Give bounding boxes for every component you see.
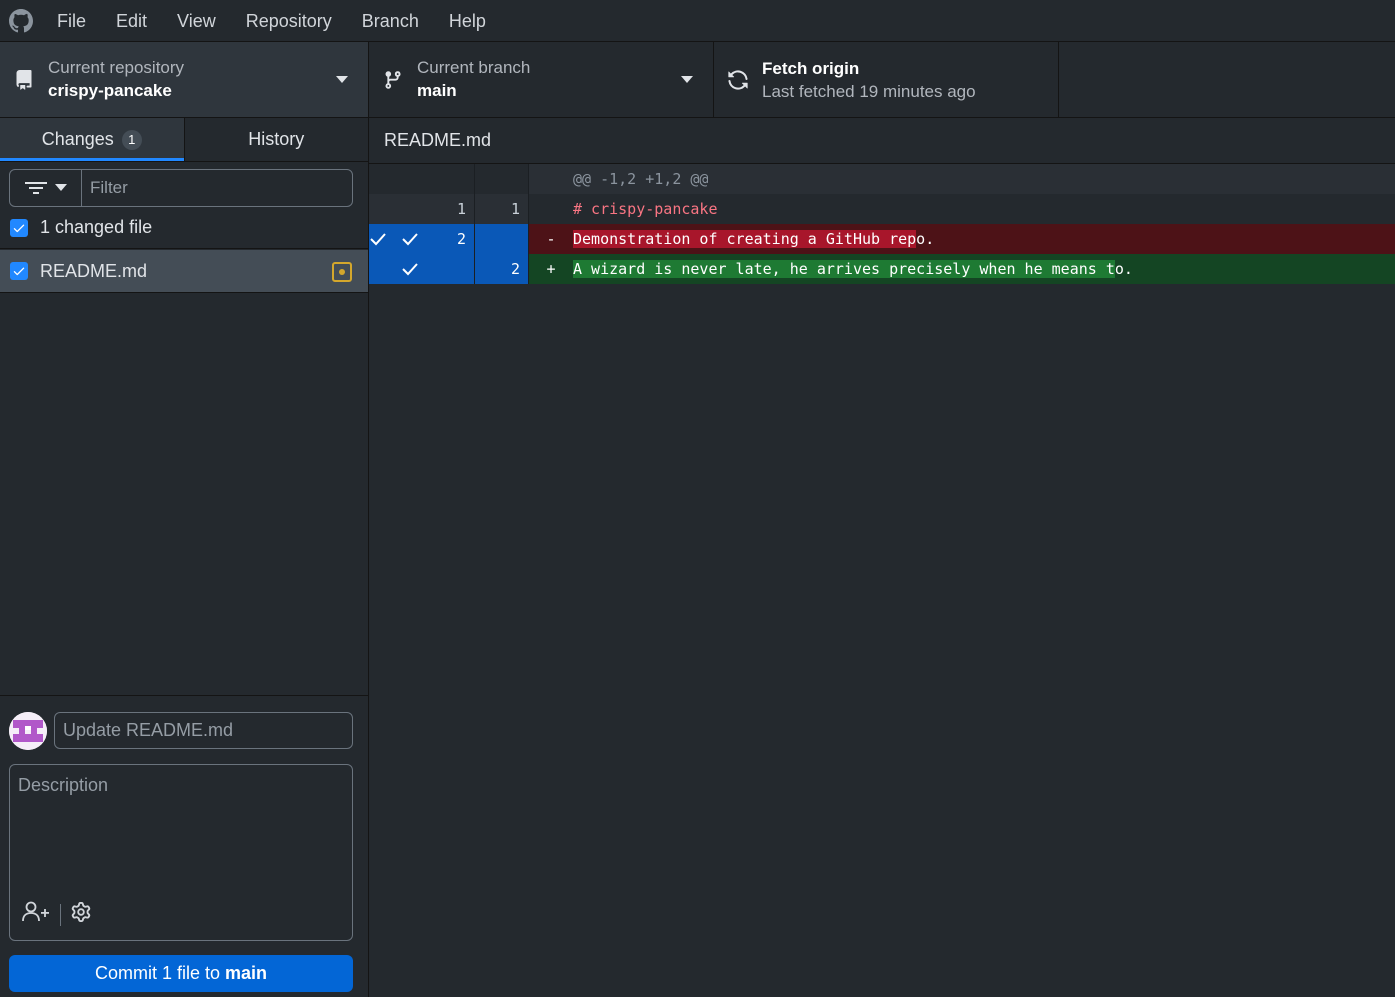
commit-panel: Commit 1 file to main <box>0 695 368 997</box>
diff-line-context: 1 1 # crispy-pancake <box>369 194 1395 224</box>
diff-line-text: A wizard is never late, he arrives preci… <box>573 260 1133 278</box>
branch-label: Current branch <box>417 57 531 77</box>
menu-branch[interactable]: Branch <box>347 0 434 42</box>
check-icon <box>13 224 25 232</box>
commit-button-label: Commit 1 file to <box>94 963 221 983</box>
fetch-subtitle: Last fetched 19 minutes ago <box>762 81 976 101</box>
gear-icon[interactable] <box>71 902 91 927</box>
file-checkbox[interactable] <box>10 262 28 280</box>
branch-icon <box>369 69 417 91</box>
changed-file-row[interactable]: README.md <box>0 250 368 293</box>
tab-changes[interactable]: Changes 1 <box>0 118 185 161</box>
line-select-gutter[interactable]: 2 <box>393 224 475 254</box>
filter-input[interactable] <box>82 170 352 206</box>
current-repository-button[interactable]: Current repository crispy-pancake <box>0 42 369 117</box>
repo-label: Current repository <box>48 57 185 77</box>
filter-bar <box>9 169 353 207</box>
hunk-header-row[interactable]: @@ -1,2 +1,2 @@ <box>369 164 1395 194</box>
sync-icon <box>714 69 762 91</box>
file-name: README.md <box>40 260 148 281</box>
commit-description-box <box>9 764 353 941</box>
changes-count-badge: 1 <box>121 129 142 150</box>
new-line-number: 1 <box>475 194 529 224</box>
sidebar-tabs: Changes 1 History <box>0 118 368 162</box>
menu-edit[interactable]: Edit <box>101 0 162 42</box>
new-line-number: 2 <box>475 254 529 284</box>
commit-summary-input[interactable] <box>54 712 353 749</box>
new-line-number <box>475 224 529 254</box>
hunk-select-gutter[interactable] <box>369 254 393 284</box>
repo-icon <box>0 69 48 91</box>
chevron-down-icon <box>681 76 693 83</box>
check-icon <box>13 267 25 276</box>
select-all-changes[interactable]: 1 changed file <box>0 207 368 249</box>
branch-name: main <box>417 80 457 100</box>
repo-name: crispy-pancake <box>48 80 172 100</box>
diff-line-text: Demonstration of creating a GitHub repo. <box>573 230 935 248</box>
line-select-gutter[interactable] <box>393 254 475 284</box>
menu-view[interactable]: View <box>162 0 231 42</box>
hunk-select-gutter[interactable] <box>369 224 393 254</box>
toolbar-divider <box>60 903 61 926</box>
select-all-checkbox[interactable] <box>10 218 28 237</box>
description-toolbar <box>22 901 91 928</box>
filter-options-button[interactable] <box>10 170 82 206</box>
current-branch-button[interactable]: Current branch main <box>369 42 714 117</box>
commit-description-input[interactable] <box>10 765 352 895</box>
diff-sign: - <box>546 230 556 248</box>
commit-button[interactable]: Commit 1 file to main <box>9 955 353 992</box>
toolbar: Current repository crispy-pancake Curren… <box>0 42 1395 118</box>
diff-file-header: README.md <box>369 118 1395 164</box>
fetch-title: Fetch origin <box>762 58 860 78</box>
check-icon <box>402 263 418 276</box>
old-line-number: 1 <box>393 194 475 224</box>
hunk-header: @@ -1,2 +1,2 @@ <box>573 170 709 188</box>
menu-help[interactable]: Help <box>434 0 501 42</box>
diff-sign: + <box>546 260 556 278</box>
old-line-number: 2 <box>456 230 466 248</box>
chevron-down-icon <box>54 184 67 191</box>
changed-files-count: 1 changed file <box>40 217 153 237</box>
modified-status-icon <box>332 262 352 282</box>
menu-repository[interactable]: Repository <box>231 0 347 42</box>
diff-line-text: # crispy-pancake <box>573 200 718 218</box>
commit-button-branch: main <box>225 963 268 983</box>
title-bar: File Edit View Repository Branch Help <box>0 0 1395 42</box>
fetch-origin-button[interactable]: Fetch origin Last fetched 19 minutes ago <box>714 42 1059 117</box>
github-logo-icon <box>0 0 42 42</box>
avatar <box>9 712 47 750</box>
tab-history[interactable]: History <box>185 118 369 161</box>
diff-line-deleted[interactable]: 2 - Demonstration of creating a GitHub r… <box>369 224 1395 254</box>
sidebar: Changes 1 History 1 changed file README.… <box>0 118 369 997</box>
diff-view: README.md @@ -1,2 +1,2 @@ 1 1 # crispy-p… <box>369 118 1395 997</box>
tab-history-label: History <box>248 129 305 149</box>
add-coauthor-icon[interactable] <box>22 901 50 928</box>
tab-changes-label: Changes <box>41 129 114 149</box>
diff-file-name: README.md <box>384 130 492 150</box>
chevron-down-icon <box>336 76 348 83</box>
check-icon <box>402 233 418 246</box>
filter-icon <box>24 182 47 194</box>
check-icon <box>370 233 386 246</box>
menu-file[interactable]: File <box>42 0 101 42</box>
diff-line-added[interactable]: 2 + A wizard is never late, he arrives p… <box>369 254 1395 284</box>
